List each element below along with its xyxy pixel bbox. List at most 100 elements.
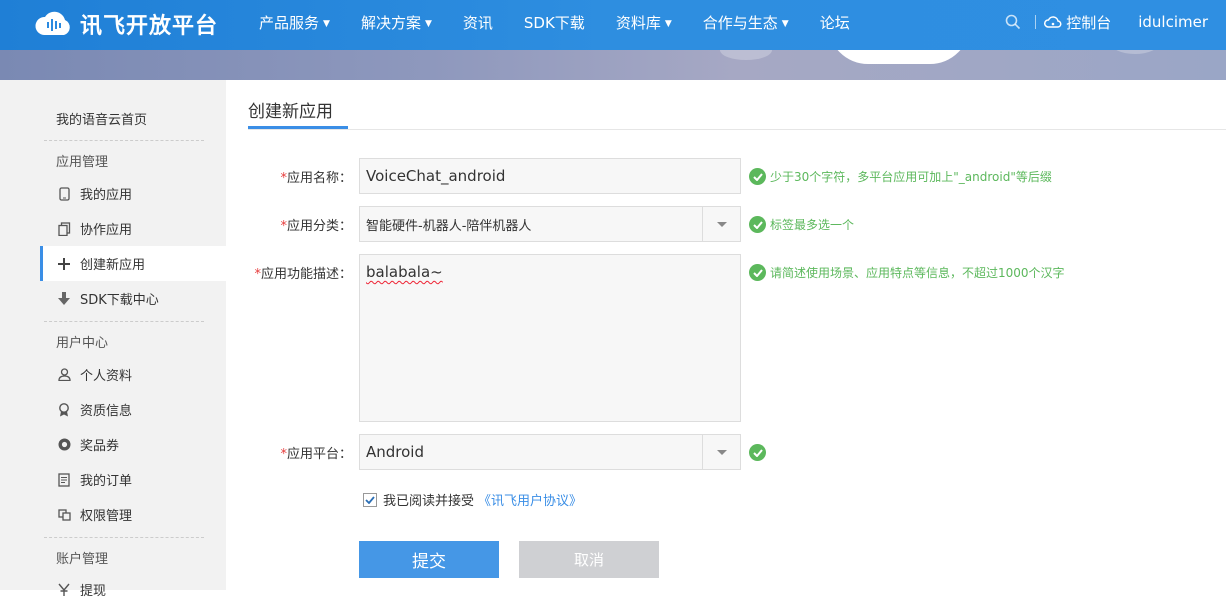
sidebar-item-label: 协作应用 bbox=[80, 223, 133, 238]
nav-label: 合作与生态 bbox=[702, 13, 778, 32]
dropdown-arrow-icon[interactable] bbox=[702, 435, 740, 469]
sidebar-item-vouchers[interactable]: 奖品券 bbox=[40, 427, 226, 462]
description-textarea[interactable]: balabala~ bbox=[359, 254, 741, 422]
select-value: Android bbox=[366, 443, 424, 461]
hint-text: 标签最多选一个 bbox=[770, 218, 855, 232]
top-navbar: 讯飞开放平台 产品服务 ▼ 解决方案 ▼ 资讯 SDK下载 资料库 ▼ 合作与生态 ▼ … bbox=[0, 0, 1226, 50]
agreement-row: 我已阅读并接受 《讯飞用户协议》 bbox=[363, 490, 582, 509]
check-circle-icon bbox=[749, 168, 766, 185]
sidebar-divider bbox=[44, 140, 204, 141]
copy-icon bbox=[57, 221, 71, 236]
caret-down-icon: ▼ bbox=[424, 18, 432, 29]
nav-label: 资讯 bbox=[462, 13, 493, 32]
app-name-input[interactable]: VoiceChat_android bbox=[359, 158, 741, 194]
platform-select[interactable]: Android bbox=[359, 434, 741, 470]
checkmark-icon bbox=[365, 495, 375, 504]
tab-divider bbox=[248, 129, 1226, 130]
sidebar-item-label: 资质信息 bbox=[80, 404, 133, 419]
medal-icon bbox=[57, 402, 71, 417]
sidebar-item-orders[interactable]: 我的订单 bbox=[40, 462, 226, 497]
sidebar-item-label: 我的应用 bbox=[80, 188, 133, 203]
sidebar-item-my-apps[interactable]: 我的应用 bbox=[40, 176, 226, 211]
brand-name: 讯飞开放平台 bbox=[80, 14, 219, 39]
nav-label: 解决方案 bbox=[360, 13, 421, 32]
nav-item-ecosystem[interactable]: 合作与生态 ▼ bbox=[703, 12, 789, 33]
textarea-value: balabala~ bbox=[366, 263, 443, 281]
nav-item-products[interactable]: 产品服务 ▼ bbox=[259, 12, 330, 33]
sidebar-item-collab-apps[interactable]: 协作应用 bbox=[40, 211, 226, 246]
submit-button[interactable]: 提交 bbox=[359, 541, 499, 578]
sidebar-item-label: 个人资料 bbox=[80, 369, 133, 384]
nav-item-forum[interactable]: 论坛 bbox=[820, 12, 850, 33]
username[interactable]: idulcimer bbox=[1138, 13, 1208, 31]
nav-item-docs[interactable]: 资料库 ▼ bbox=[616, 12, 672, 33]
sidebar-item-profile[interactable]: 个人资料 bbox=[40, 357, 226, 392]
nav-label: 产品服务 bbox=[259, 13, 320, 32]
nav-label: 资料库 bbox=[615, 13, 661, 32]
nav-divider bbox=[1035, 15, 1037, 29]
sidebar-item-permissions[interactable]: 权限管理 bbox=[40, 497, 226, 532]
sidebar-item-create-app[interactable]: 创建新应用 bbox=[40, 246, 226, 281]
sidebar-item-qualification[interactable]: 资质信息 bbox=[40, 392, 226, 427]
sidebar-item-label: SDK下载中心 bbox=[80, 293, 159, 308]
banner-decoration bbox=[1110, 50, 1160, 54]
category-label: *应用分类： bbox=[242, 215, 352, 234]
category-select[interactable]: 智能硬件-机器人-陪伴机器人 bbox=[359, 206, 741, 242]
agreement-checkbox[interactable] bbox=[363, 492, 377, 507]
nav-item-sdk[interactable]: SDK下载 bbox=[524, 12, 585, 33]
nav-right: 控制台 idulcimer bbox=[1005, 0, 1226, 44]
main-menu: 产品服务 ▼ 解决方案 ▼ 资讯 SDK下载 资料库 ▼ 合作与生态 ▼ 论坛 bbox=[259, 0, 881, 44]
hint-text: 少于30个字符，多平台应用可加上"_android"等后缀 bbox=[770, 170, 1052, 184]
description-label: *应用功能描述： bbox=[242, 263, 352, 282]
check-circle-icon bbox=[749, 264, 766, 281]
sidebar-item-label: 权限管理 bbox=[80, 509, 133, 524]
platform-label: *应用平台： bbox=[242, 443, 352, 462]
banner-strip bbox=[0, 50, 1226, 80]
app-name-hint: 少于30个字符，多平台应用可加上"_android"等后缀 bbox=[749, 168, 1052, 185]
sidebar-divider bbox=[44, 537, 204, 538]
plus-icon bbox=[57, 257, 71, 271]
nav-item-solutions[interactable]: 解决方案 ▼ bbox=[361, 12, 432, 33]
sidebar-group-app-management: 应用管理 bbox=[56, 155, 109, 170]
label-text: 应用分类： bbox=[286, 219, 352, 234]
console-link[interactable]: 控制台 bbox=[1044, 12, 1111, 33]
cloud-logo-icon bbox=[34, 9, 74, 39]
sidebar-item-sdk-center[interactable]: SDK下载中心 bbox=[40, 281, 226, 316]
cancel-button[interactable]: 取消 bbox=[519, 541, 659, 578]
page-title: 创建新应用 bbox=[248, 102, 333, 122]
label-text: 应用名称： bbox=[286, 171, 352, 186]
user-icon bbox=[57, 368, 71, 382]
sidebar-home-link[interactable]: 我的语音云首页 bbox=[56, 109, 147, 128]
user-agreement-link[interactable]: 《讯飞用户协议》 bbox=[478, 490, 582, 509]
nav-item-news[interactable]: 资讯 bbox=[463, 12, 493, 33]
cloud-console-icon bbox=[1044, 16, 1062, 28]
brand-logo[interactable]: 讯飞开放平台 bbox=[34, 8, 218, 40]
download-icon bbox=[57, 292, 71, 306]
hint-text: 请简述使用场景、应用特点等信息，不超过1000个汉字 bbox=[770, 266, 1065, 280]
console-label: 控制台 bbox=[1066, 13, 1112, 32]
nav-label: 论坛 bbox=[819, 13, 850, 32]
caret-down-icon: ▼ bbox=[781, 18, 789, 29]
sidebar-item-label: 奖品券 bbox=[80, 439, 120, 454]
search-icon[interactable] bbox=[1005, 14, 1021, 30]
label-text: 应用平台： bbox=[286, 447, 352, 462]
label-text: 应用功能描述： bbox=[260, 267, 352, 282]
sidebar-item-label: 创建新应用 bbox=[80, 258, 146, 273]
order-list-icon bbox=[57, 472, 71, 487]
permission-icon bbox=[57, 508, 71, 522]
sidebar: 我的语音云首页 应用管理 我的应用 协作应用 创建新应用 SDK下载中心 用户中… bbox=[0, 80, 226, 599]
banner-decoration bbox=[720, 50, 772, 60]
category-hint: 标签最多选一个 bbox=[749, 216, 854, 233]
caret-down-icon: ▼ bbox=[323, 18, 330, 29]
phone-icon bbox=[57, 186, 71, 201]
agreement-text: 我已阅读并接受 bbox=[383, 494, 475, 509]
sidebar-group-account: 账户管理 bbox=[56, 552, 109, 567]
select-value: 智能硬件-机器人-陪伴机器人 bbox=[366, 218, 532, 234]
coupon-icon bbox=[57, 438, 71, 452]
platform-hint bbox=[749, 444, 770, 461]
nav-label: SDK下载 bbox=[523, 13, 585, 32]
sidebar-group-user-center: 用户中心 bbox=[56, 336, 109, 351]
dropdown-arrow-icon[interactable] bbox=[702, 207, 740, 241]
app-name-label: *应用名称： bbox=[242, 167, 352, 186]
check-circle-icon bbox=[749, 444, 766, 461]
